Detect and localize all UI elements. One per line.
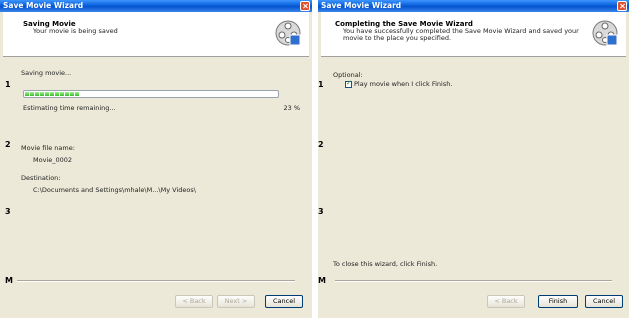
finish-button[interactable]: Finish xyxy=(538,295,578,308)
cancel-button[interactable]: Cancel xyxy=(265,295,303,308)
close-icon[interactable] xyxy=(300,1,310,11)
progress-block xyxy=(50,92,54,96)
progress-percent: 23 % xyxy=(283,104,300,112)
saving-status: Saving movie... xyxy=(21,69,72,77)
close-hint: To close this wizard, click Finish. xyxy=(333,260,438,268)
filename-value: Movie_0002 xyxy=(33,156,73,164)
wizard-header: Completing the Save Movie Wizard You hav… xyxy=(321,12,626,57)
window-title: Save Movie Wizard xyxy=(3,1,84,10)
side-marker: 1 xyxy=(5,80,11,89)
progress-block xyxy=(60,92,64,96)
progress-block xyxy=(25,92,29,96)
side-marker: M xyxy=(5,276,13,285)
divider xyxy=(17,280,295,282)
filename-label: Movie file name: xyxy=(21,144,75,152)
completing-wizard-window: Save Movie Wizard Completing the Save Mo… xyxy=(318,0,629,318)
destination-label: Destination: xyxy=(21,174,61,182)
wizard-header: Saving Movie Your movie is being saved xyxy=(3,12,309,57)
wizard-body: Saving movie... Estimating time remainin… xyxy=(3,57,309,315)
optional-label: Optional: xyxy=(333,71,363,79)
side-marker: M xyxy=(318,276,326,285)
play-movie-label[interactable]: Play movie when I click Finish. xyxy=(354,80,452,88)
save-progress-bar xyxy=(23,90,279,98)
back-button[interactable]: < Back xyxy=(175,295,213,308)
back-button[interactable]: < Back xyxy=(487,295,525,308)
header-subtitle: Your movie is being saved xyxy=(33,27,118,35)
side-marker: 3 xyxy=(318,207,324,216)
divider xyxy=(335,280,612,282)
saving-movie-window: Save Movie Wizard Saving Movie Your movi… xyxy=(0,0,312,318)
window-titlebar[interactable]: Save Movie Wizard xyxy=(0,0,312,12)
estimate-label: Estimating time remaining... xyxy=(23,104,116,112)
play-movie-checkbox[interactable] xyxy=(345,79,352,88)
side-marker: 2 xyxy=(5,140,11,149)
side-marker: 3 xyxy=(5,207,11,216)
next-button[interactable]: Next > xyxy=(217,295,255,308)
close-icon[interactable] xyxy=(617,1,627,11)
progress-block xyxy=(40,92,44,96)
film-reel-icon xyxy=(275,20,301,46)
window-titlebar[interactable]: Save Movie Wizard xyxy=(318,0,629,12)
side-marker: 1 xyxy=(318,80,324,89)
progress-block xyxy=(55,92,59,96)
film-reel-icon xyxy=(592,20,618,46)
progress-block xyxy=(70,92,74,96)
side-marker: 2 xyxy=(318,140,324,149)
progress-block xyxy=(65,92,69,96)
destination-value: C:\Documents and Settings\mhale\M...\My … xyxy=(33,186,196,194)
wizard-body: Optional: Play movie when I click Finish… xyxy=(321,57,626,315)
progress-block xyxy=(45,92,49,96)
progress-block xyxy=(35,92,39,96)
header-subtitle: You have successfully completed the Save… xyxy=(343,27,579,42)
progress-block xyxy=(30,92,34,96)
window-title: Save Movie Wizard xyxy=(321,1,402,10)
progress-block xyxy=(75,92,79,96)
progress-fill xyxy=(25,92,79,96)
cancel-button[interactable]: Cancel xyxy=(585,295,623,308)
